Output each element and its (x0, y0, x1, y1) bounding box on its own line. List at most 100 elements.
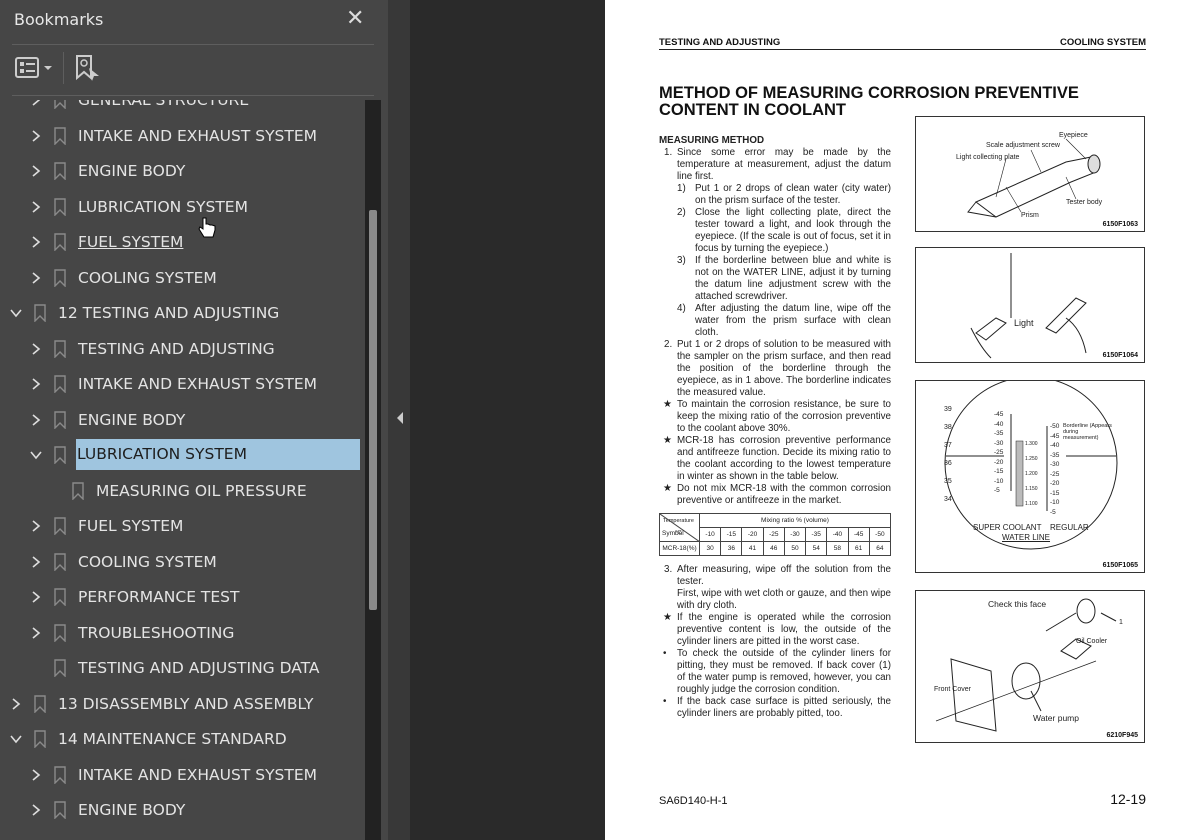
chevron-right-icon[interactable] (30, 100, 42, 108)
label-light: Light (1014, 318, 1034, 328)
value-cell: 58 (826, 541, 849, 556)
scale-tick-label: 36 (944, 460, 952, 467)
scale-tick-label: -5 (994, 487, 1000, 494)
collapse-panel-icon[interactable] (395, 410, 405, 426)
bookmark-icon (54, 126, 66, 145)
bookmark-item[interactable]: ENGINE BODY (0, 154, 364, 190)
scale-tick-label: 1.250 (1025, 456, 1038, 462)
bookmark-icon (54, 446, 66, 464)
find-bookmark-icon[interactable] (75, 54, 101, 82)
bookmark-label: 14 MAINTENANCE STANDARD (58, 730, 287, 748)
bookmark-item[interactable]: INTAKE AND EXHAUST SYSTEM (0, 758, 364, 794)
value-cell: 54 (805, 541, 828, 556)
panel-title: Bookmarks (14, 10, 104, 29)
bookmark-label: COOLING SYSTEM (78, 268, 217, 287)
instruction-item: 1) Put 1 or 2 drops of clean water (city … (659, 183, 891, 207)
label-one: 1 (1119, 619, 1123, 626)
bookmark-options-icon[interactable] (15, 57, 55, 79)
bookmark-icon (54, 233, 66, 251)
bookmark-item[interactable]: ENGINE BODY (0, 793, 364, 829)
figure-light: Light 6150F1064 (915, 247, 1145, 363)
bookmark-item[interactable]: PERFORMANCE TEST (0, 580, 364, 616)
bookmark-item[interactable]: 12 TESTING AND ADJUSTING (0, 296, 364, 332)
chevron-right-icon[interactable] (30, 802, 42, 818)
chevron-right-icon[interactable] (10, 696, 22, 712)
scale-tick-label: -10 (994, 477, 1004, 485)
bookmark-item[interactable]: COOLING SYSTEM (0, 261, 364, 297)
chevron-right-icon[interactable] (30, 554, 42, 570)
bookmark-icon (54, 765, 66, 784)
bookmark-item[interactable]: TROUBLESHOOTING (0, 616, 364, 652)
bookmark-item[interactable]: FUEL SYSTEM (0, 509, 364, 545)
scale-tick-label: 1.300 (1025, 441, 1038, 447)
label-water-line: WATER LINE (1002, 533, 1051, 542)
scale-tick-label: 1.100 (1025, 501, 1038, 507)
chevron-right-icon[interactable] (30, 199, 42, 215)
instruction-item: • To check the outside of the cylinder li… (659, 648, 891, 696)
section-heading: MEASURING METHOD (659, 135, 765, 146)
bookmark-tree: GENERAL STRUCTURE INTAKE AND EXHAUST SYST… (0, 100, 364, 840)
scale-tick-label: -25 (994, 449, 1004, 456)
chevron-right-icon[interactable] (30, 625, 42, 641)
header-rule (659, 49, 1146, 50)
item-marker: 2) (677, 207, 686, 218)
page-title: METHOD OF MEASURING CORROSION PREVENTIVE… (659, 84, 1079, 119)
figure-code: 6150F1064 (1102, 352, 1138, 359)
chevron-right-icon[interactable] (30, 163, 42, 179)
bookmark-label: LUBRICATION SYSTEM (76, 439, 360, 470)
bookmark-item[interactable]: INTAKE AND EXHAUST SYSTEM (0, 119, 364, 155)
item-marker: 2. (664, 339, 673, 350)
item-marker: 3. (664, 564, 673, 575)
scale-tick-label: -30 (994, 439, 1004, 447)
bookmark-item[interactable]: FUEL SYSTEM (0, 225, 364, 261)
temp-cell: -30 (783, 527, 807, 542)
bookmark-item[interactable]: LUBRICATION SYSTEM (0, 438, 364, 474)
document-page: TESTING AND ADJUSTING COOLING SYSTEM MET… (605, 0, 1200, 840)
scrollbar-thumb[interactable] (369, 210, 377, 610)
bookmark-item[interactable]: LUBRICATION SYSTEM (0, 190, 364, 226)
item-text: First, wipe with wet cloth or gauze, and… (677, 588, 891, 611)
bookmark-icon (34, 304, 46, 322)
bookmark-item[interactable]: TESTING AND ADJUSTING DATA (0, 651, 364, 687)
chevron-right-icon[interactable] (30, 767, 42, 783)
item-text: To check the outside of the cylinder lin… (677, 648, 891, 695)
table-header: Mixing ratio % (volume) (699, 513, 891, 528)
bookmark-icon (54, 100, 66, 109)
bookmark-item[interactable]: 14 MAINTENANCE STANDARD (0, 722, 364, 758)
bookmark-label: FUEL SYSTEM (78, 517, 184, 535)
item-text: MCR-18 has corrosion preventive performa… (677, 435, 891, 482)
divider (12, 95, 374, 96)
scale-tick-label: 1.150 (1025, 486, 1038, 492)
row-label: MCR-18(%) (659, 541, 700, 556)
chevron-right-icon[interactable] (30, 518, 42, 534)
bookmark-item[interactable]: GENERAL STRUCTURE (0, 100, 364, 119)
chevron-right-icon[interactable] (30, 270, 42, 286)
bookmark-item[interactable]: ENGINE BODY (0, 403, 364, 439)
bookmark-item[interactable]: 13 DISASSEMBLY AND ASSEMBLY (0, 687, 364, 723)
item-marker: • (663, 648, 667, 659)
scale-tick-label: 35 (944, 478, 952, 485)
chevron-right-icon[interactable] (30, 341, 42, 357)
bookmark-icon (54, 410, 66, 429)
chevron-right-icon[interactable] (30, 376, 42, 392)
value-cell: 36 (720, 541, 743, 556)
chevron-down-icon[interactable] (30, 447, 42, 463)
bookmark-item[interactable]: MEASURING OIL PRESSURE (0, 474, 364, 510)
temp-cell: -25 (762, 527, 785, 542)
chevron-right-icon[interactable] (30, 234, 42, 250)
body-text: MEASURING METHOD 1. Since some error may … (659, 135, 892, 720)
close-icon[interactable]: ✕ (346, 6, 364, 31)
label-check-face: Check this face (988, 599, 1047, 609)
bookmark-item[interactable]: COOLING SYSTEM (0, 545, 364, 581)
bookmark-item[interactable]: TESTING AND ADJUSTING (0, 332, 364, 368)
chevron-right-icon[interactable] (30, 412, 42, 428)
chevron-right-icon[interactable] (30, 589, 42, 605)
value-cell: 61 (847, 541, 870, 556)
chevron-down-icon[interactable] (10, 305, 22, 321)
chevron-right-icon[interactable] (30, 128, 42, 144)
scale-tick-label: -15 (1050, 489, 1060, 497)
bookmark-icon (54, 517, 66, 535)
bookmark-item[interactable]: INTAKE AND EXHAUST SYSTEM (0, 367, 364, 403)
figure-water-pump: Check this face 1 Oil Cooler Front Cover… (915, 590, 1145, 743)
chevron-down-icon[interactable] (10, 731, 22, 747)
